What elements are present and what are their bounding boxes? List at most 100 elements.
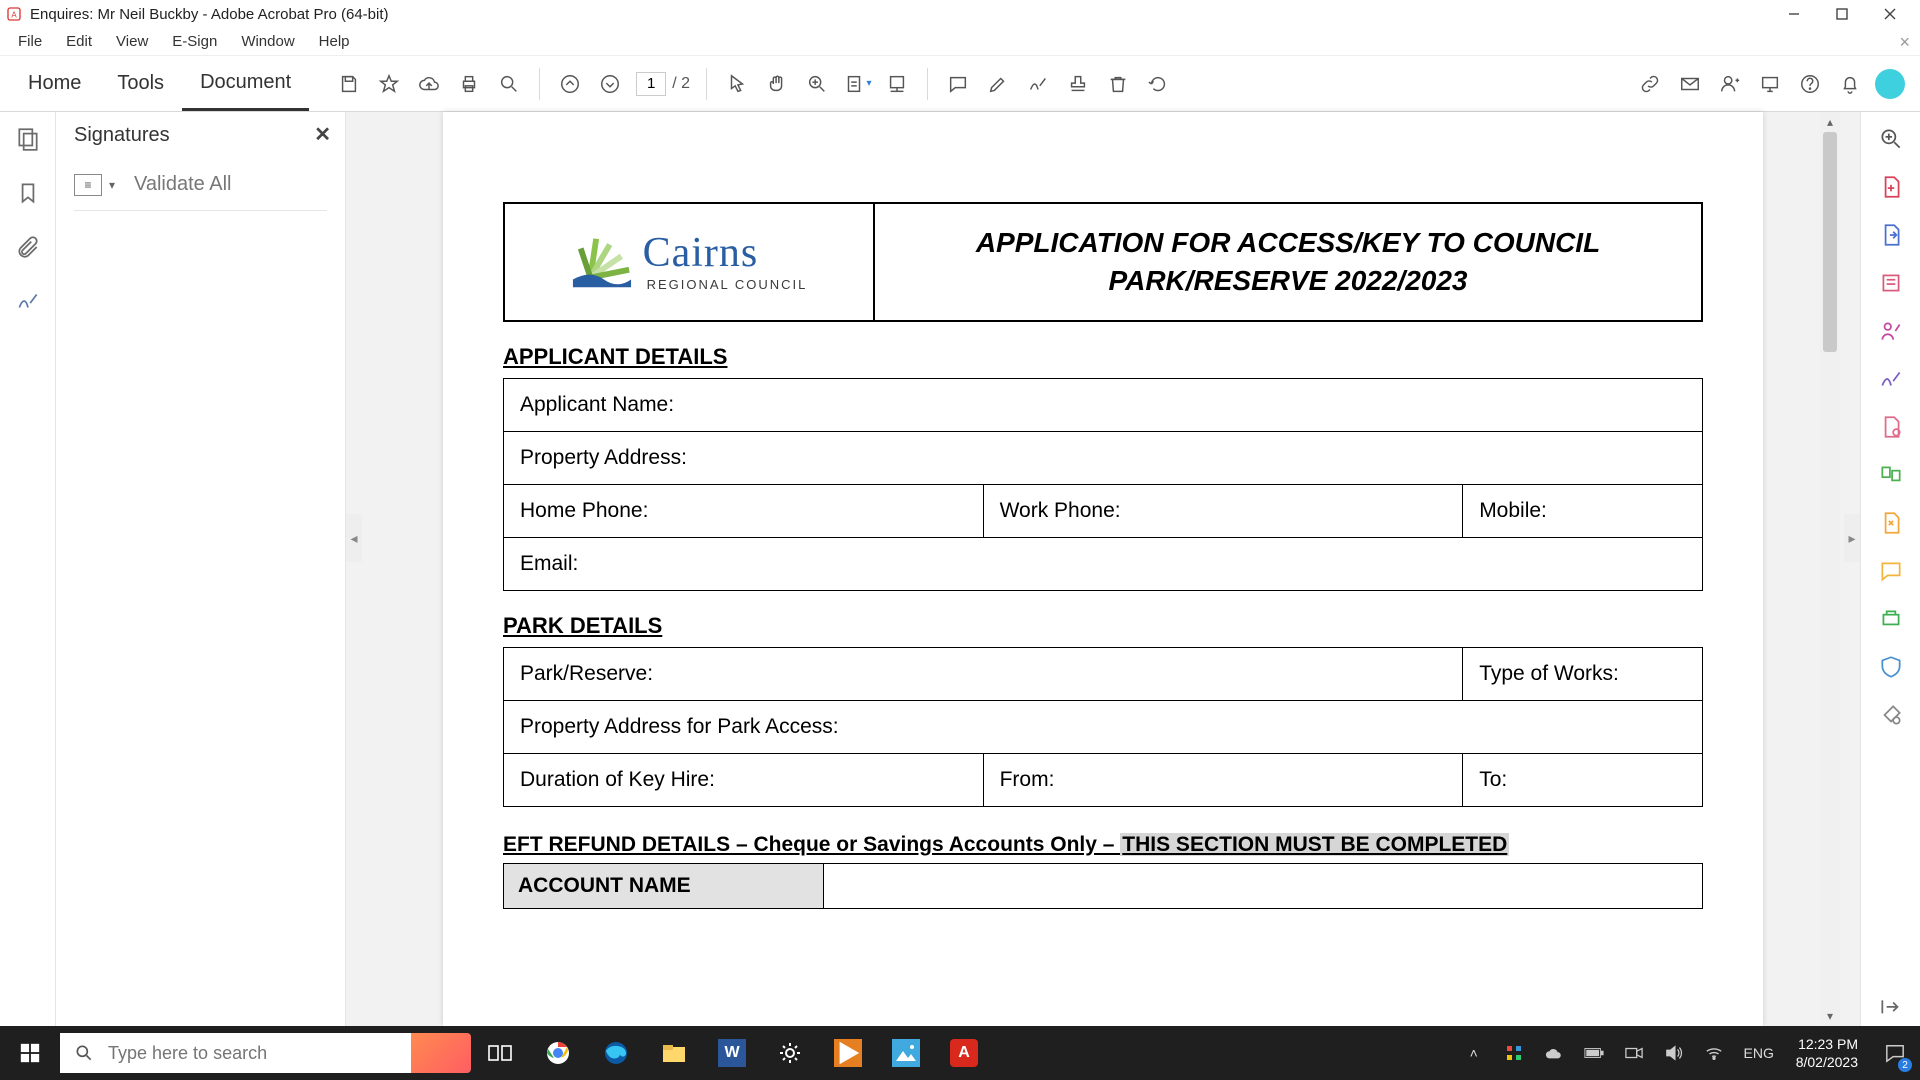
fit-page-icon[interactable]: ▾ [837, 64, 877, 104]
thumbnails-icon[interactable] [15, 126, 41, 152]
star-icon[interactable] [369, 64, 409, 104]
expand-rail-icon[interactable] [1878, 996, 1904, 1016]
menu-window[interactable]: Window [229, 28, 306, 55]
print-icon[interactable] [449, 64, 489, 104]
signatures-options-button[interactable]: ≡ [74, 174, 102, 196]
edit-pdf-icon[interactable] [1878, 414, 1904, 440]
tab-tools[interactable]: Tools [99, 56, 182, 111]
svg-text:A: A [11, 10, 17, 19]
section-applicant-details: APPLICANT DETAILS [503, 344, 1703, 370]
taskbar-app-video[interactable] [819, 1026, 877, 1080]
notifications-bell-icon[interactable] [1830, 64, 1870, 104]
scroll-down-button[interactable]: ▾ [1820, 1006, 1840, 1026]
start-button[interactable] [0, 1026, 60, 1080]
taskbar-search[interactable] [60, 1033, 415, 1073]
forms-icon[interactable] [1878, 270, 1904, 296]
stamp-icon[interactable] [1058, 64, 1098, 104]
taskbar-app-word[interactable]: W [703, 1026, 761, 1080]
cloud-upload-icon[interactable] [409, 64, 449, 104]
tray-app-icon[interactable] [1494, 1026, 1534, 1080]
scroll-thumb[interactable] [1823, 132, 1837, 352]
taskbar-app-explorer[interactable] [645, 1026, 703, 1080]
tray-meet-now-icon[interactable] [1614, 1026, 1654, 1080]
page-display-icon[interactable] [877, 64, 917, 104]
delete-icon[interactable] [1098, 64, 1138, 104]
create-pdf-icon[interactable] [1878, 174, 1904, 200]
search-zoom-icon[interactable] [1878, 126, 1904, 152]
pdf-page: Cairns REGIONAL COUNCIL APPLICATION FOR … [443, 112, 1763, 1026]
taskbar-search-input[interactable] [108, 1043, 401, 1064]
collapse-right-panel-button[interactable]: ▸ [1844, 514, 1860, 562]
menu-edit[interactable]: Edit [54, 28, 104, 55]
signatures-pen-icon[interactable] [15, 288, 41, 314]
export-pdf-icon[interactable] [1878, 222, 1904, 248]
comment-tool-icon[interactable] [1878, 558, 1904, 584]
tab-document[interactable]: Document [182, 56, 309, 111]
collapse-left-panel-button[interactable]: ◂ [346, 514, 362, 562]
selection-arrow-icon[interactable] [717, 64, 757, 104]
print-production-icon[interactable] [1878, 606, 1904, 632]
account-avatar[interactable] [1870, 64, 1910, 104]
page-number-input[interactable] [636, 72, 666, 96]
bookmark-icon[interactable] [15, 180, 41, 206]
tray-overflow-icon[interactable]: ˄ [1454, 1026, 1494, 1080]
field-property-address: Property Address: [504, 431, 1703, 484]
scroll-up-button[interactable]: ▴ [1820, 112, 1840, 132]
taskbar-app-edge[interactable] [587, 1026, 645, 1080]
menu-esign[interactable]: E-Sign [160, 28, 229, 55]
taskbar-app-acrobat[interactable]: A [935, 1026, 993, 1080]
request-signatures-icon[interactable] [1878, 318, 1904, 344]
menu-file[interactable]: File [6, 28, 54, 55]
taskbar-app-photos[interactable] [877, 1026, 935, 1080]
window-minimize-button[interactable] [1770, 0, 1818, 28]
acrobat-app-icon: A [6, 6, 22, 22]
zoom-in-icon[interactable] [797, 64, 837, 104]
menu-view[interactable]: View [104, 28, 160, 55]
menu-help[interactable]: Help [307, 28, 362, 55]
more-tools-icon[interactable] [1878, 702, 1904, 728]
tray-notifications-icon[interactable]: 2 [1870, 1026, 1920, 1080]
compress-icon[interactable] [1878, 510, 1904, 536]
tray-clock[interactable]: 12:23 PM 8/02/2023 [1784, 1035, 1870, 1071]
tray-wifi-icon[interactable] [1694, 1026, 1734, 1080]
task-view-icon[interactable] [471, 1026, 529, 1080]
comment-icon[interactable] [938, 64, 978, 104]
document-close-button[interactable]: × [1899, 32, 1910, 53]
find-icon[interactable] [489, 64, 529, 104]
logo-text-sub: REGIONAL COUNCIL [647, 277, 808, 292]
help-icon[interactable] [1790, 64, 1830, 104]
window-maximize-button[interactable] [1818, 0, 1866, 28]
window-close-button[interactable] [1866, 0, 1914, 28]
toolbar-divider [539, 68, 540, 100]
protect-shield-icon[interactable] [1878, 654, 1904, 680]
page-down-icon[interactable] [590, 64, 630, 104]
page-up-icon[interactable] [550, 64, 590, 104]
email-icon[interactable] [1670, 64, 1710, 104]
field-applicant-name: Applicant Name: [504, 378, 1703, 431]
system-tray: ˄ ENG 12:23 PM 8/02/2023 2 [1454, 1026, 1920, 1080]
validate-all-button[interactable]: Validate All [134, 173, 231, 196]
park-table: Park/Reserve: Type of Works: Property Ad… [503, 647, 1703, 807]
tab-home[interactable]: Home [10, 56, 99, 111]
signatures-panel-close-button[interactable]: ✕ [314, 122, 331, 147]
present-icon[interactable] [1750, 64, 1790, 104]
taskbar-app-settings[interactable] [761, 1026, 819, 1080]
highlight-pen-icon[interactable] [978, 64, 1018, 104]
hand-pan-icon[interactable] [757, 64, 797, 104]
tray-onedrive-icon[interactable] [1534, 1026, 1574, 1080]
tray-battery-icon[interactable] [1574, 1026, 1614, 1080]
taskbar-app-chrome[interactable] [529, 1026, 587, 1080]
fill-sign-icon[interactable] [1878, 366, 1904, 392]
vertical-scrollbar[interactable]: ▴ ▾ [1820, 112, 1840, 1026]
tray-volume-icon[interactable] [1654, 1026, 1694, 1080]
field-duration: Duration of Key Hire: [504, 753, 984, 806]
attachments-paperclip-icon[interactable] [15, 234, 41, 260]
link-share-icon[interactable] [1630, 64, 1670, 104]
sign-initials-icon[interactable] [1018, 64, 1058, 104]
document-viewer[interactable]: ◂ [346, 112, 1860, 1026]
tray-language[interactable]: ENG [1734, 1026, 1784, 1080]
organize-pages-icon[interactable] [1878, 462, 1904, 488]
rotate-icon[interactable] [1138, 64, 1178, 104]
share-users-icon[interactable] [1710, 64, 1750, 104]
save-icon[interactable] [329, 64, 369, 104]
